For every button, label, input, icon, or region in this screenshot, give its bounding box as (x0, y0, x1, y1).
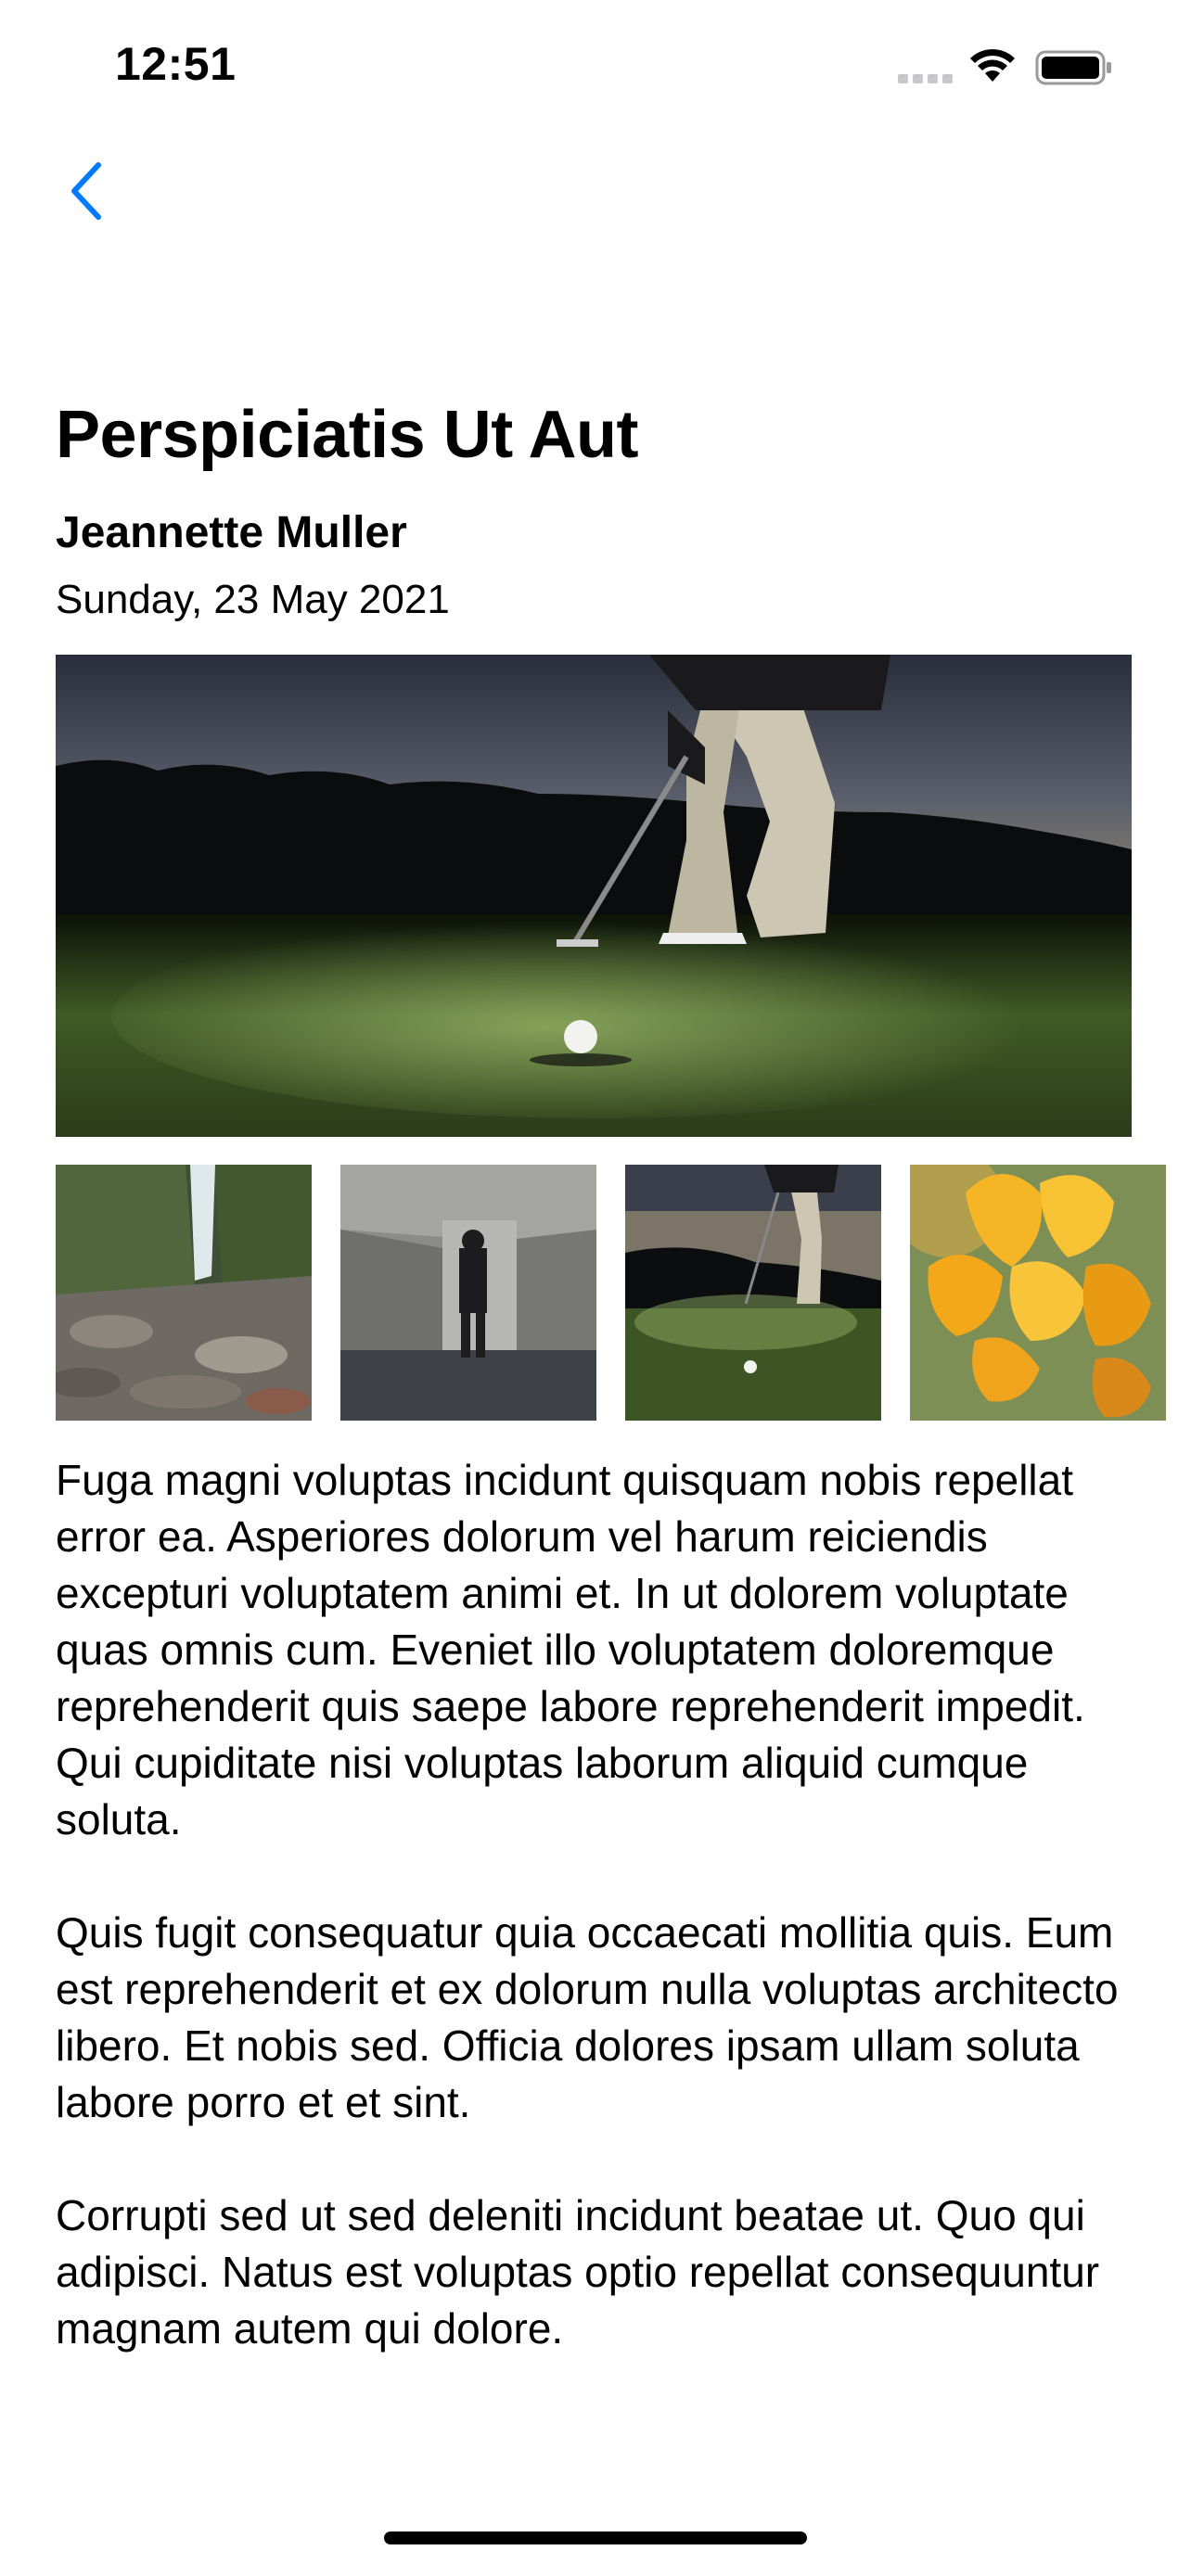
thumbnail-waterfall[interactable] (56, 1165, 312, 1421)
home-indicator[interactable] (384, 2531, 807, 2544)
battery-icon (1035, 50, 1111, 85)
thumbnail-flowers[interactable] (910, 1165, 1166, 1421)
wifi-icon (970, 49, 1015, 82)
thumbnail-corridor[interactable] (340, 1165, 596, 1421)
back-button[interactable] (59, 158, 111, 224)
article-paragraph: Corrupti sed ut sed deleniti incidunt be… (56, 2191, 1100, 2353)
article-paragraph: Fuga magni voluptas incidunt quisquam no… (56, 1456, 1085, 1843)
article-date: Sunday, 23 May 2021 (56, 577, 450, 622)
status-time: 12:51 (115, 38, 237, 90)
cellular-signal-icon (898, 72, 954, 83)
chevron-left-icon (71, 162, 101, 220)
article-author: Jeannette Muller (56, 508, 407, 557)
thumbnail-golfer[interactable] (625, 1165, 881, 1421)
hero-image (56, 655, 1132, 1137)
article-title: Perspiciatis Ut Aut (56, 398, 639, 472)
article-body: Fuga magni voluptas incidunt quisquam no… (56, 1452, 1141, 2414)
article-paragraph: Quis fugit consequatur quia occaecati mo… (56, 1908, 1119, 2126)
status-bar: 12:51 (0, 0, 1191, 130)
